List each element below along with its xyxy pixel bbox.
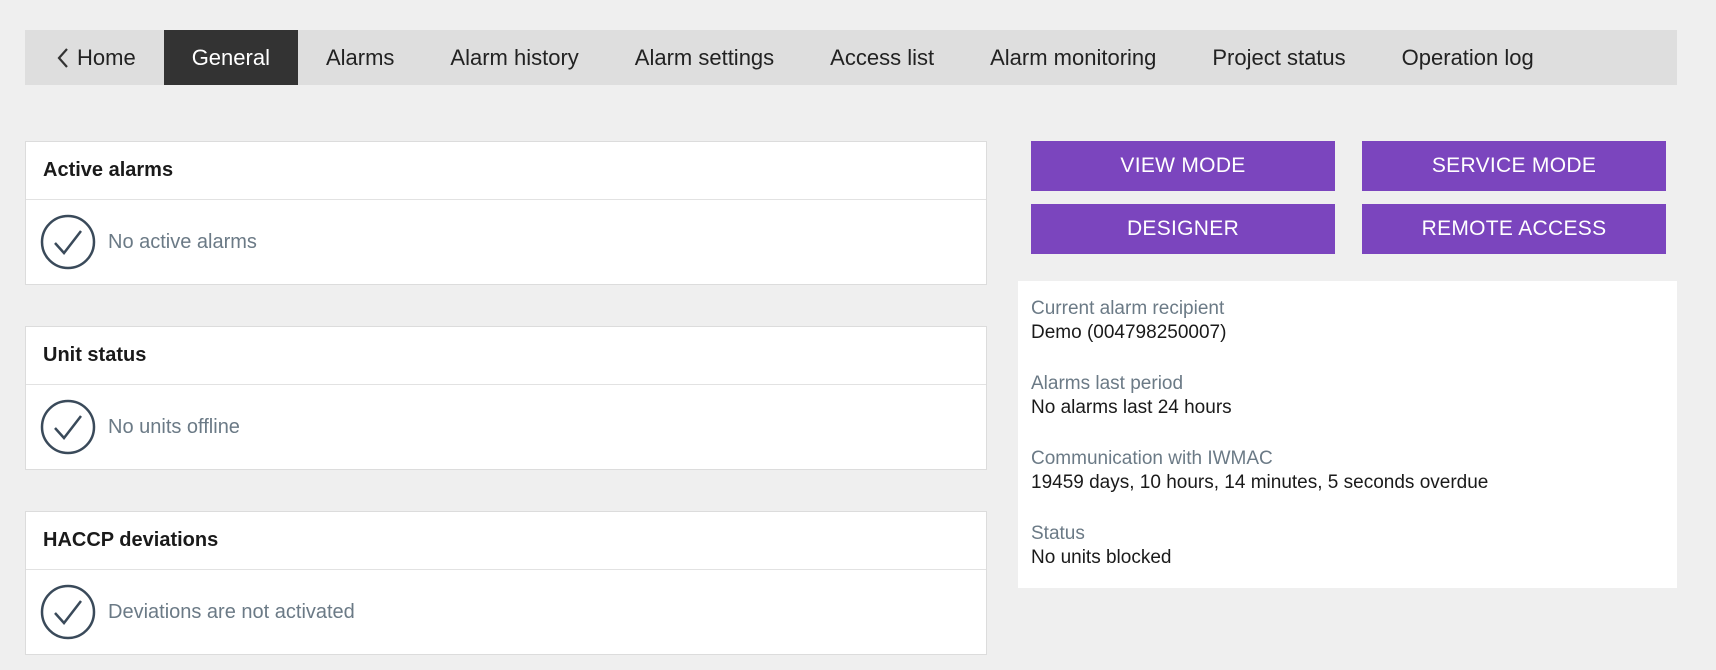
info-value: No units blocked	[1031, 547, 1172, 568]
tab-operation-log[interactable]: Operation log	[1374, 30, 1562, 85]
card-body: No units offline	[26, 385, 986, 469]
remote-access-button[interactable]: REMOTE ACCESS	[1362, 204, 1666, 254]
info-label: Communication with IWMAC	[1031, 448, 1273, 469]
haccp-deviations-card: HACCP deviations Deviations are not acti…	[25, 511, 987, 655]
card-title: Unit status	[26, 327, 986, 385]
tab-alarm-monitoring[interactable]: Alarm monitoring	[962, 30, 1184, 85]
info-label: Alarms last period	[1031, 373, 1184, 394]
tab-alarm-history[interactable]: Alarm history	[422, 30, 606, 85]
alarm-recipient-block: Current alarm recipient Demo (0047982500…	[1031, 297, 1664, 345]
info-label: Current alarm recipient	[1031, 298, 1225, 319]
card-body: Deviations are not activated	[26, 570, 986, 654]
info-value: Demo (004798250007)	[1031, 322, 1227, 343]
card-status-text: No units offline	[108, 415, 240, 438]
card-status-text: No active alarms	[108, 230, 257, 253]
card-title: Active alarms	[26, 142, 986, 200]
nav-home-link[interactable]: Home	[25, 30, 164, 85]
nav-home-label: Home	[77, 44, 136, 70]
status-block: Status No units blocked	[1031, 522, 1664, 570]
tab-alarms[interactable]: Alarms	[298, 30, 422, 85]
unit-status-card: Unit status No units offline	[25, 326, 987, 470]
check-circle-icon	[40, 399, 96, 455]
alarms-last-period-block: Alarms last period No alarms last 24 hou…	[1031, 372, 1664, 420]
card-title: HACCP deviations	[26, 512, 986, 570]
info-label: Status	[1031, 523, 1085, 544]
top-nav-bar: Home General Alarms Alarm history Alarm …	[25, 30, 1677, 85]
tab-alarm-settings[interactable]: Alarm settings	[607, 30, 802, 85]
designer-button[interactable]: DESIGNER	[1031, 204, 1335, 254]
card-body: No active alarms	[26, 200, 986, 284]
tab-general[interactable]: General	[163, 30, 298, 85]
info-panel: Current alarm recipient Demo (0047982500…	[1018, 281, 1677, 588]
check-circle-icon	[40, 584, 96, 640]
chevron-left-icon	[57, 47, 68, 68]
check-circle-icon	[40, 214, 96, 270]
communication-block: Communication with IWMAC 19459 days, 10 …	[1031, 447, 1664, 495]
tab-access-list[interactable]: Access list	[802, 30, 962, 85]
tab-project-status[interactable]: Project status	[1184, 30, 1373, 85]
info-value: No alarms last 24 hours	[1031, 397, 1232, 418]
card-status-text: Deviations are not activated	[108, 600, 355, 623]
info-value: 19459 days, 10 hours, 14 minutes, 5 seco…	[1031, 472, 1489, 493]
view-mode-button[interactable]: VIEW MODE	[1031, 141, 1335, 191]
service-mode-button[interactable]: SERVICE MODE	[1362, 141, 1666, 191]
active-alarms-card: Active alarms No active alarms	[25, 141, 987, 285]
